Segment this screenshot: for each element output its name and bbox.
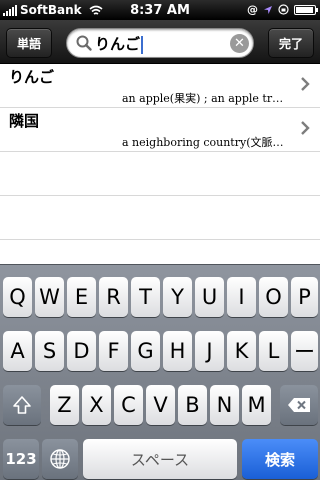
space-key[interactable]: スペース xyxy=(83,439,237,479)
list-item[interactable]: 隣国 a neighboring country(文脈… xyxy=(0,108,320,152)
key-p[interactable]: P xyxy=(291,277,318,317)
globe-icon[interactable] xyxy=(42,439,78,479)
battery-icon xyxy=(294,4,318,15)
keyboard: Q W E R T Y U I O P A S D F G H J K L ー … xyxy=(0,264,320,480)
location-arrow-icon xyxy=(264,5,272,14)
key-x[interactable]: X xyxy=(82,385,111,425)
key-b[interactable]: B xyxy=(178,385,207,425)
key-long-vowel[interactable]: ー xyxy=(291,331,318,371)
backspace-glyph xyxy=(288,398,310,412)
empty-row xyxy=(0,152,320,196)
word-mode-button[interactable]: 単語 xyxy=(6,28,52,58)
key-i[interactable]: I xyxy=(227,277,256,317)
key-m[interactable]: M xyxy=(242,385,271,425)
lock-rotation-icon xyxy=(278,4,289,15)
result-definition: an apple(果実) ; an apple tr… xyxy=(122,92,284,105)
key-f[interactable]: F xyxy=(99,331,128,371)
key-o[interactable]: O xyxy=(259,277,288,317)
numbers-key[interactable]: 123 xyxy=(3,439,39,479)
text-cursor xyxy=(141,35,144,54)
battery-level xyxy=(296,6,313,13)
key-t[interactable]: T xyxy=(131,277,160,317)
key-q[interactable]: Q xyxy=(3,277,32,317)
key-v[interactable]: V xyxy=(146,385,175,425)
list-item[interactable]: りんご an apple(果実) ; an apple tr… xyxy=(0,64,320,108)
key-e[interactable]: E xyxy=(67,277,96,317)
key-l[interactable]: L xyxy=(259,331,288,371)
key-j[interactable]: J xyxy=(195,331,224,371)
key-z[interactable]: Z xyxy=(50,385,79,425)
result-definition: a neighboring country(文脈… xyxy=(122,136,284,149)
empty-row xyxy=(0,196,320,240)
results-list: りんご an apple(果実) ; an apple tr… 隣国 a nei… xyxy=(0,64,320,264)
key-a[interactable]: A xyxy=(3,331,32,371)
chevron-right-icon xyxy=(301,77,310,91)
done-button[interactable]: 完了 xyxy=(268,28,314,58)
key-g[interactable]: G xyxy=(131,331,160,371)
key-u[interactable]: U xyxy=(195,277,224,317)
search-input-value: りんご xyxy=(95,35,141,53)
result-word: 隣国 xyxy=(9,112,40,130)
globe-glyph xyxy=(50,449,70,469)
backspace-icon[interactable] xyxy=(280,385,318,425)
key-c[interactable]: C xyxy=(114,385,143,425)
key-y[interactable]: Y xyxy=(163,277,192,317)
key-r[interactable]: R xyxy=(99,277,128,317)
key-w[interactable]: W xyxy=(35,277,64,317)
status-bar: SoftBank 8:37 AM @ xyxy=(0,0,320,20)
search-toolbar: 単語 りんご ✕ 完了 xyxy=(0,20,320,64)
clear-x-icon[interactable]: ✕ xyxy=(230,34,249,53)
at-sign-icon: @ xyxy=(247,3,258,16)
search-input[interactable]: りんご xyxy=(95,33,144,54)
key-s[interactable]: S xyxy=(35,331,64,371)
magnifier-icon xyxy=(76,35,92,51)
shift-arrow-icon[interactable] xyxy=(3,385,41,425)
chevron-right-icon xyxy=(301,121,310,135)
shift-arrow-glyph xyxy=(13,396,31,414)
key-k[interactable]: K xyxy=(227,331,256,371)
status-right: @ xyxy=(247,3,318,16)
key-h[interactable]: H xyxy=(163,331,192,371)
search-key[interactable]: 検索 xyxy=(242,439,318,479)
search-field[interactable]: りんご ✕ xyxy=(66,28,254,58)
key-d[interactable]: D xyxy=(67,331,96,371)
key-n[interactable]: N xyxy=(210,385,239,425)
result-word: りんご xyxy=(9,68,55,86)
